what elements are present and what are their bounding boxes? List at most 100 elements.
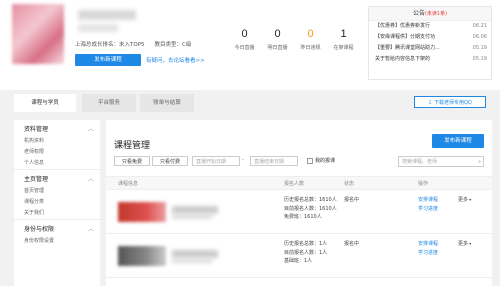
stats-summary: 0 今日直播 0 明日直播 0 昨日违规 1 在架课程 <box>228 28 360 51</box>
date-range-separator: - <box>242 156 245 163</box>
avatar[interactable] <box>12 4 64 64</box>
enrollment-history: 历史报名总数：1610人 <box>284 197 337 203</box>
sidebar-group-homepage: 主页管理 ︿ 首页管理 课程分类 关于我们 <box>14 169 100 219</box>
filter-free-button[interactable]: 只看免费 <box>114 156 150 166</box>
announcement-header: 公告(未读1条) <box>369 7 491 21</box>
sidebar: 资料管理 ︿ 机构资料 老师权限 个人信息 主页管理 ︿ 首页管理 课程分类 关于我… <box>14 120 100 286</box>
row-actions: 安排课程 学习进度 <box>418 240 438 257</box>
sidebar-item-course-categories[interactable]: 课程分类 <box>14 197 100 208</box>
account-name-blurred <box>78 10 136 20</box>
table-row: 历史报名总数：1人 目前报名人数：1人 基础班：1人 报名中 安排课程 学习进度… <box>106 234 492 278</box>
account-subtitle-blurred <box>78 24 118 32</box>
table-header: 课程信息 报名人数 状态 操作 <box>106 176 492 190</box>
stat-label: 昨日违规 <box>300 45 321 51</box>
my-courses-checkbox[interactable]: 我的报课 <box>307 157 335 164</box>
more-label: 更多 <box>458 241 469 247</box>
learning-progress-link[interactable]: 学习进度 <box>418 205 438 214</box>
announcement-item[interactable]: 【优惠券】优惠券新发行 06.21 <box>369 21 491 32</box>
checkbox-box[interactable] <box>307 157 313 164</box>
stat-value: 0 <box>274 28 281 40</box>
tab-platform-services[interactable]: 平台服务 <box>82 94 136 112</box>
chevron-up-icon: ︿ <box>87 176 94 183</box>
stat-today-live[interactable]: 0 今日直播 <box>228 28 261 51</box>
tab-courses-students[interactable]: 课程与学员 <box>14 94 76 112</box>
caret-down-icon: ▾ <box>468 197 472 202</box>
more-label: 更多 <box>458 197 469 203</box>
search-placeholder: 搜索课程、老师 <box>402 159 438 165</box>
row-actions: 安排课程 学习进度 <box>418 196 438 213</box>
learning-progress-link[interactable]: 学习进度 <box>418 249 438 258</box>
sidebar-item-teacher-permissions[interactable]: 老师权限 <box>14 147 100 158</box>
sidebar-item-identity-settings[interactable]: 身份权限设置 <box>14 236 100 247</box>
announcement-text: 关于暂给内容信息下架的 <box>375 56 431 62</box>
announcement-date: 06.21 <box>472 23 487 29</box>
date-end-input[interactable]: 直播结束日期 <box>250 156 298 166</box>
announcement-item[interactable]: 【重要】腾讯课堂网站助力... 05.19 <box>369 43 491 54</box>
date-start-input[interactable]: 直播开始日期 <box>192 156 240 166</box>
stat-label: 今日直播 <box>234 45 255 51</box>
search-icon[interactable]: ⌕ <box>478 157 481 168</box>
stat-tomorrow-live[interactable]: 0 明日直播 <box>261 28 294 51</box>
announcement-text: 【优惠券】优惠券新发行 <box>375 23 431 29</box>
main-tabbar: 课程与学员 平台服务 账单与结算 ⇩ 下载老师专用QQ <box>0 90 500 112</box>
publish-course-button[interactable]: 发布新课程 <box>75 54 141 66</box>
sidebar-item-org-profile[interactable]: 机构资料 <box>14 136 100 147</box>
column-header: 操作 <box>418 181 429 187</box>
sidebar-group-label: 主页管理 <box>24 176 49 183</box>
search-input[interactable]: 搜索课程、老师 ⌕ <box>398 156 484 167</box>
filter-paid-button[interactable]: 只看付费 <box>152 156 188 166</box>
enrollment-current: 目前报名人数：1610人 <box>284 205 337 212</box>
forum-help-link[interactable]: 有疑问，去论坛看看>> <box>146 56 205 64</box>
enrollment-class: 免费班：1610人 <box>284 214 322 220</box>
chevron-up-icon: ︿ <box>87 226 94 233</box>
announcement-date: 05.19 <box>472 45 487 51</box>
course-status: 报名中 <box>344 197 360 203</box>
announcement-text: 【重要】腾讯课堂网站助力... <box>375 45 440 51</box>
announcement-title: 公告 <box>412 10 425 17</box>
stat-label: 明日直播 <box>267 45 288 51</box>
course-title-blurred[interactable] <box>172 250 218 258</box>
checkbox-label: 我的报课 <box>315 158 336 164</box>
arrange-course-link[interactable]: 安排课程 <box>418 240 438 249</box>
stat-value: 0 <box>241 28 248 40</box>
stat-label: 在架课程 <box>333 45 354 51</box>
stat-value: 0 <box>307 28 314 40</box>
course-title-blurred[interactable] <box>172 206 218 214</box>
stat-courses-on-shelf[interactable]: 1 在架课程 <box>327 28 360 51</box>
sidebar-group-title[interactable]: 资料管理 ︿ <box>14 124 100 136</box>
announcement-item[interactable]: 【安缘课程供】分期支付功 06.06 <box>369 32 491 43</box>
column-header: 课程信息 <box>118 181 139 187</box>
sidebar-group-identity: 身份与权限 ︿ 身份权限设置 <box>14 219 100 247</box>
announcement-text: 【安缘课程供】分期支付功 <box>375 34 436 40</box>
enrollment-history: 历史报名总数：1人 <box>284 241 328 247</box>
sidebar-group-label: 资料管理 <box>24 126 49 133</box>
course-thumbnail[interactable] <box>118 246 166 266</box>
sidebar-item-homepage-management[interactable]: 首页管理 <box>14 186 100 197</box>
page-title: 课程管理 <box>114 141 151 151</box>
sidebar-group-label: 身份与权限 <box>24 226 55 233</box>
chevron-up-icon: ︿ <box>87 126 94 133</box>
sidebar-group-title[interactable]: 身份与权限 ︿ <box>14 224 100 236</box>
announcement-date: 06.06 <box>472 34 487 40</box>
publish-course-button[interactable]: 发布新课程 <box>432 134 484 148</box>
more-dropdown[interactable]: 更多 ▾ <box>458 196 471 203</box>
course-thumbnail[interactable] <box>118 202 166 222</box>
announcement-item[interactable]: 关于暂给内容信息下架的 05.19 <box>369 54 491 65</box>
enrollment-class: 基础班：1人 <box>284 258 313 264</box>
growth-rank: 上海总成长排名：未入TOP5 <box>75 42 145 48</box>
arrange-course-link[interactable]: 安排课程 <box>418 196 438 205</box>
sidebar-item-personal-info[interactable]: 个人信息 <box>14 158 100 169</box>
course-status: 报名中 <box>344 241 360 247</box>
tab-billing[interactable]: 账单与结算 <box>140 94 194 112</box>
stat-yesterday-violations[interactable]: 0 昨日违规 <box>294 28 327 51</box>
announcement-date: 05.19 <box>472 56 487 62</box>
org-type: 教目类型：C级 <box>154 42 192 48</box>
more-dropdown[interactable]: 更多 ▾ <box>458 240 471 247</box>
sidebar-group-title[interactable]: 主页管理 ︿ <box>14 174 100 186</box>
sidebar-item-about-us[interactable]: 关于我们 <box>14 208 100 219</box>
profile-header: 上海总成长排名：未入TOP5 教目类型：C级 发布新课程 有疑问，去论坛看看>> … <box>0 0 500 90</box>
download-teacher-qq-button[interactable]: ⇩ 下载老师专用QQ <box>414 96 486 108</box>
unread-count: (未读1条) <box>424 11 448 17</box>
table-row: 历史报名总数：1610人 目前报名人数：1610人 免费班：1610人 报名中 … <box>106 190 492 234</box>
course-management-panel: 课程管理 发布新课程 只看免费 只看付费 直播开始日期 - 直播结束日期 我的报… <box>106 120 492 286</box>
